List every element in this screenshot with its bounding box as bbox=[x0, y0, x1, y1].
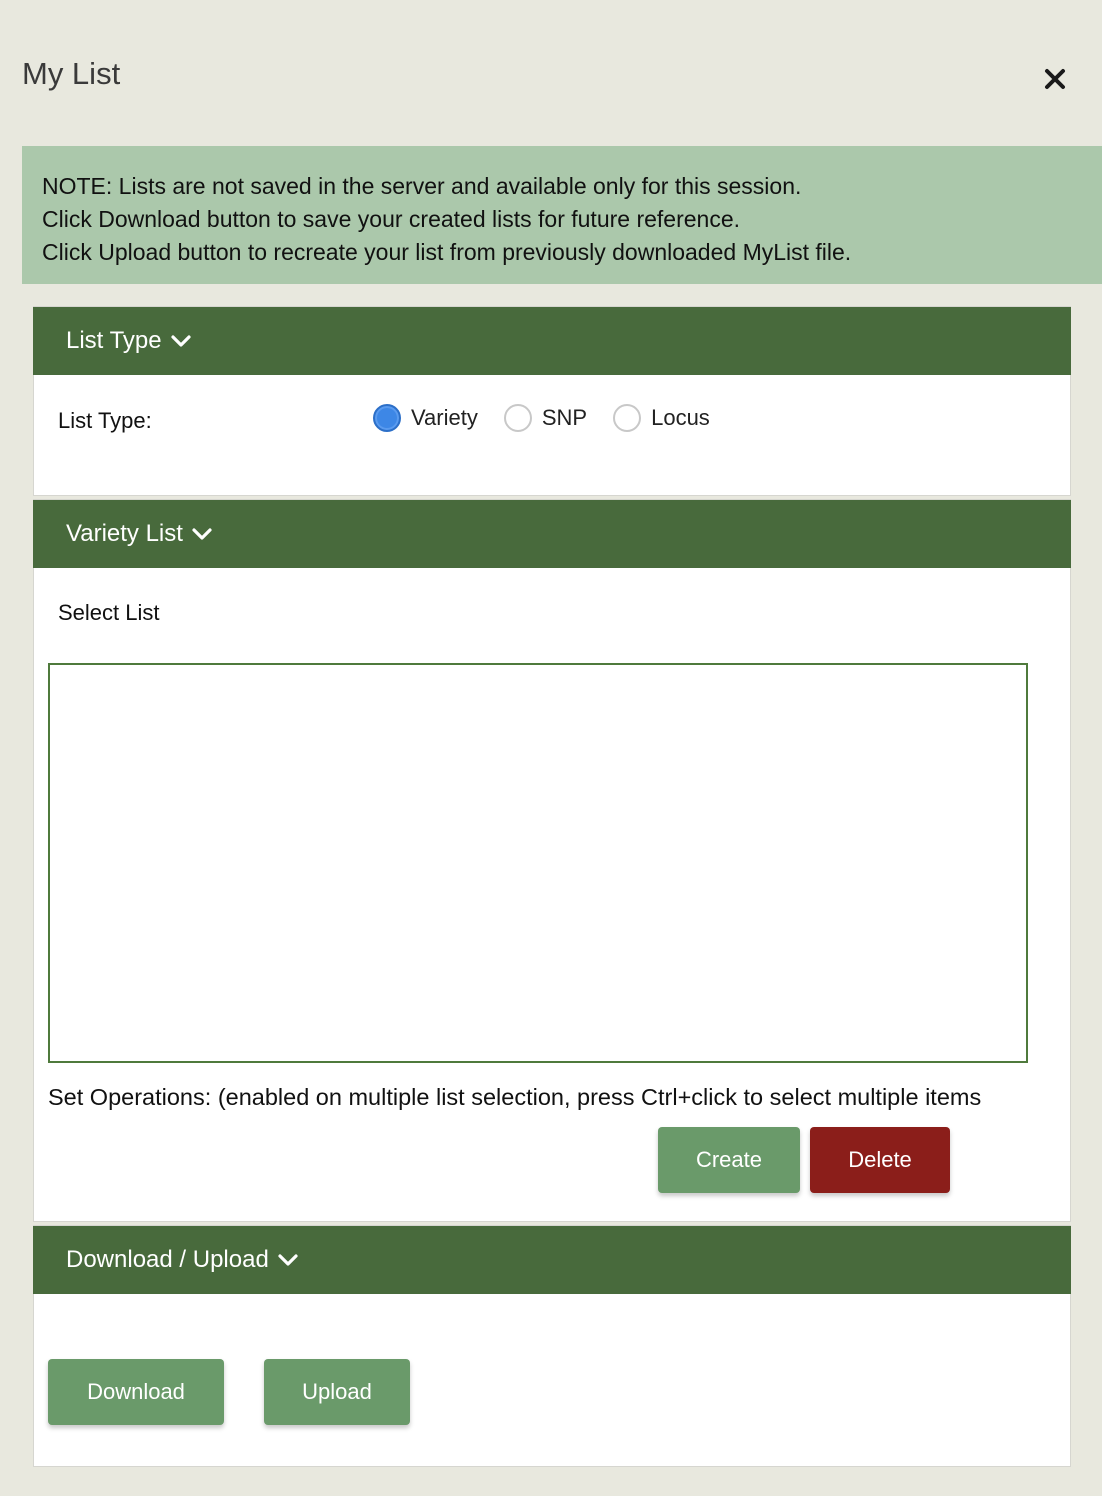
session-note: NOTE: Lists are not saved in the server … bbox=[22, 146, 1102, 284]
list-type-header[interactable]: List Type bbox=[33, 307, 1071, 375]
close-button[interactable] bbox=[1036, 60, 1074, 98]
radio-checked-icon bbox=[373, 404, 401, 432]
radio-label: Locus bbox=[651, 405, 710, 430]
chevron-down-icon bbox=[191, 527, 213, 541]
download-upload-header[interactable]: Download / Upload bbox=[33, 1226, 1071, 1294]
radio-locus[interactable]: Locus bbox=[613, 404, 710, 432]
variety-list-header[interactable]: Variety List bbox=[33, 500, 1071, 568]
delete-button[interactable]: Delete bbox=[810, 1127, 950, 1193]
select-list-label: Select List bbox=[58, 600, 160, 625]
chevron-down-icon bbox=[170, 334, 192, 348]
radio-label: SNP bbox=[541, 405, 588, 430]
set-operations-text: Set Operations: (enabled on multiple lis… bbox=[48, 1084, 982, 1110]
radio-unchecked-icon bbox=[503, 404, 532, 432]
upload-button[interactable]: Upload bbox=[264, 1359, 410, 1425]
variety-list-header-label: Variety List bbox=[66, 520, 183, 547]
download-upload-header-label: Download / Upload bbox=[66, 1246, 269, 1273]
note-line: Click Download button to save your creat… bbox=[42, 206, 741, 232]
create-button[interactable]: Create bbox=[658, 1127, 800, 1193]
list-type-field-label: List Type: bbox=[58, 408, 152, 433]
note-line: NOTE: Lists are not saved in the server … bbox=[42, 173, 802, 199]
list-select-box[interactable] bbox=[48, 663, 1028, 1063]
panel-title: My List bbox=[22, 56, 121, 91]
radio-label: Variety bbox=[411, 405, 478, 430]
radio-variety[interactable]: Variety bbox=[373, 404, 478, 432]
list-type-header-label: List Type bbox=[66, 327, 162, 354]
note-line: Click Upload button to recreate your lis… bbox=[42, 239, 852, 265]
radio-snp[interactable]: SNP bbox=[503, 404, 588, 432]
chevron-down-icon bbox=[277, 1253, 299, 1267]
download-button[interactable]: Download bbox=[48, 1359, 224, 1425]
close-icon bbox=[1045, 69, 1065, 89]
radio-unchecked-icon bbox=[613, 404, 642, 432]
list-type-radio-group: Variety SNP Locus bbox=[373, 404, 736, 432]
